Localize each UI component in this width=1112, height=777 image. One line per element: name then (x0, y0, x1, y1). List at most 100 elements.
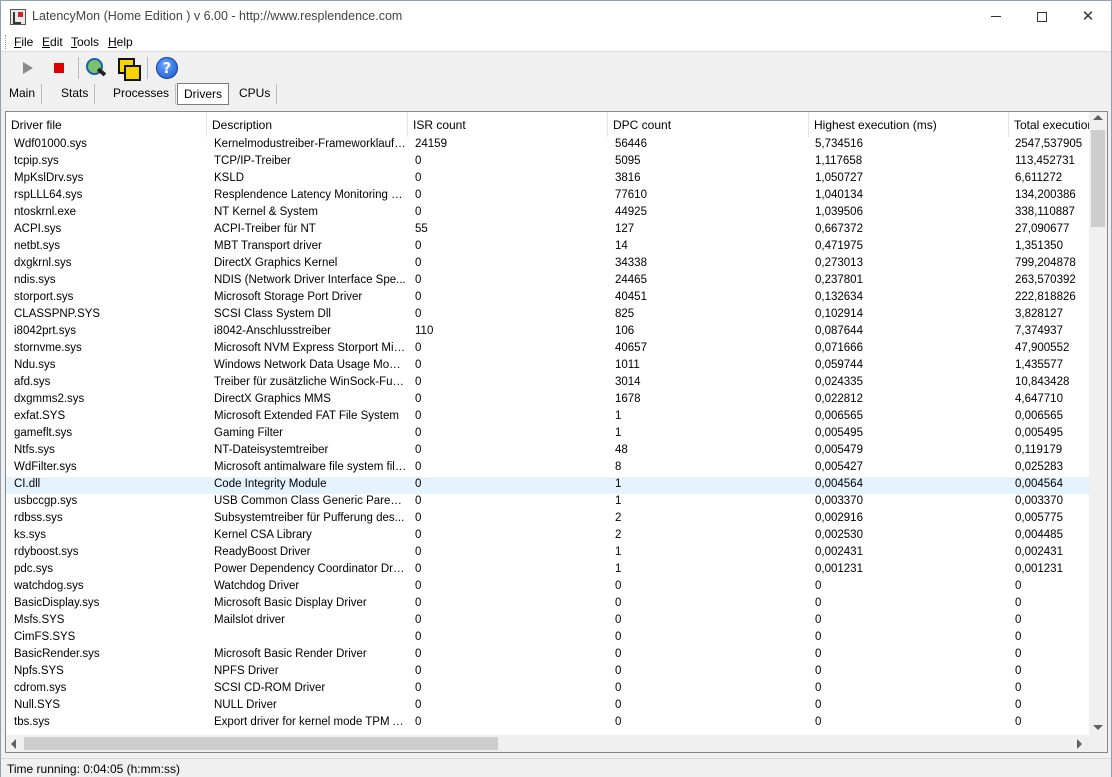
total-execution-cell: 0,119179 (1015, 444, 1063, 456)
highest-execution-cell: 0 (815, 631, 822, 643)
vertical-scrollbar[interactable] (1089, 112, 1107, 735)
table-row[interactable]: CimFS.SYS 0 0 0 0 (6, 630, 1089, 647)
highest-execution-cell: 0 (815, 580, 822, 592)
dpc-count-cell: 1 (615, 410, 622, 422)
table-row[interactable]: tbs.sys Export driver for kernel mode TPM… (6, 715, 1089, 732)
table-row[interactable]: netbt.sys MBT Transport driver 0 14 0,471975… (6, 239, 1089, 256)
table-row[interactable]: Wdf01000.sys Kernelmodustreiber-Framework… (6, 137, 1089, 154)
table-row[interactable]: Ntfs.sys NT-Dateisystemtreiber 0 48 0,005479… (6, 443, 1089, 460)
menu-file[interactable]: File (14, 35, 33, 49)
close-button[interactable]: ✕ (1065, 1, 1111, 32)
table-row[interactable]: cdrom.sys SCSI CD-ROM Driver 0 0 0 0 (6, 681, 1089, 698)
system-scan-button[interactable] (83, 55, 109, 81)
column-header-highest-execution[interactable]: Highest execution (ms) (809, 112, 1009, 137)
maximize-button[interactable] (1019, 1, 1065, 32)
column-header-isr-count[interactable]: ISR count (408, 112, 608, 137)
table-row[interactable]: Msfs.SYS Mailslot driver 0 0 0 0 (6, 613, 1089, 630)
highest-execution-cell: 1,039506 (815, 206, 863, 218)
help-button[interactable]: ? (154, 55, 180, 81)
table-row[interactable]: rspLLL64.sys Resplendence Latency Monitor… (6, 188, 1089, 205)
scroll-up-icon[interactable] (1093, 115, 1103, 120)
scroll-right-icon[interactable] (1077, 739, 1082, 749)
toolbar-separator (147, 57, 148, 79)
scroll-down-icon[interactable] (1093, 725, 1103, 730)
isr-count-cell: 0 (415, 376, 422, 388)
table-row[interactable]: ks.sys Kernel CSA Library 0 2 0,002530 0,0044… (6, 528, 1089, 545)
table-row[interactable]: Npfs.SYS NPFS Driver 0 0 0 0 (6, 664, 1089, 681)
isr-count-cell: 0 (415, 563, 422, 575)
scroll-left-icon[interactable] (11, 739, 16, 749)
table-row[interactable]: watchdog.sys Watchdog Driver 0 0 0 0 (6, 579, 1089, 596)
total-execution-cell: 0 (1015, 614, 1022, 626)
drivers-list-header: Driver file Description ISR count DPC co… (6, 112, 1089, 137)
status-text: Time running: 0:04:05 (h:mm:ss) (7, 762, 180, 776)
total-execution-cell: 0 (1015, 682, 1022, 694)
highest-execution-cell: 0,002431 (815, 546, 863, 558)
table-row[interactable]: gameflt.sys Gaming Filter 0 1 0,005495 0,0054… (6, 426, 1089, 443)
horizontal-scroll-thumb[interactable] (24, 737, 498, 750)
title-bar[interactable]: LatencyMon (Home Edition ) v 6.00 - http… (1, 1, 1111, 32)
description-cell: DirectX Graphics MMS (214, 393, 331, 405)
table-row[interactable]: storport.sys Microsoft Storage Port Drive… (6, 290, 1089, 307)
tab-stats[interactable]: Stats (55, 84, 96, 104)
table-row[interactable]: stornvme.sys Microsoft NVM Express Storpo… (6, 341, 1089, 358)
total-execution-cell: 799,204878 (1015, 257, 1076, 269)
description-cell: Kernelmodustreiber-Frameworklaufzeit (214, 138, 407, 150)
column-header-description[interactable]: Description (207, 112, 408, 137)
table-row[interactable]: ntoskrnl.exe NT Kernel & System 0 44925 1,03… (6, 205, 1089, 222)
dpc-count-cell: 3014 (615, 376, 641, 388)
driver-file-cell: gameflt.sys (14, 427, 73, 439)
table-row[interactable]: i8042prt.sys i8042-Anschlusstreiber 110 106… (6, 324, 1089, 341)
tab-drivers[interactable]: Drivers (177, 83, 229, 105)
table-row[interactable]: CLASSPNP.SYS SCSI Class System Dll 0 825 0,1… (6, 307, 1089, 324)
table-row[interactable]: dxgkrnl.sys DirectX Graphics Kernel 0 34338… (6, 256, 1089, 273)
column-header-total-execution[interactable]: Total execution (1009, 112, 1089, 137)
table-row[interactable]: BasicRender.sys Microsoft Basic Render Dr… (6, 647, 1089, 664)
table-row[interactable]: dxgmms2.sys DirectX Graphics MMS 0 1678 0,02… (6, 392, 1089, 409)
tab-cpus[interactable]: CPUs (233, 84, 278, 104)
minimize-button[interactable] (973, 1, 1019, 32)
start-button[interactable] (15, 55, 41, 81)
table-row[interactable]: CI.dll Code Integrity Module 0 1 0,004564 0,0… (6, 477, 1089, 494)
driver-file-cell: rdyboost.sys (14, 546, 79, 558)
stop-button[interactable] (46, 55, 72, 81)
vertical-scroll-thumb[interactable] (1091, 130, 1105, 227)
menu-edit[interactable]: Edit (42, 35, 63, 49)
windows-button[interactable] (115, 55, 141, 81)
table-row[interactable]: BasicDisplay.sys Microsoft Basic Display … (6, 596, 1089, 613)
tab-main[interactable]: Main (3, 84, 43, 104)
column-header-dpc-count[interactable]: DPC count (608, 112, 809, 137)
menu-tools[interactable]: Tools (71, 35, 99, 49)
isr-count-cell: 110 (415, 325, 434, 337)
table-row[interactable]: rdbss.sys Subsystemtreiber für Pufferung … (6, 511, 1089, 528)
menu-help[interactable]: Help (108, 35, 133, 49)
tab-processes[interactable]: Processes (107, 84, 177, 104)
table-row[interactable]: Null.SYS NULL Driver 0 0 0 0 (6, 698, 1089, 715)
table-row[interactable]: Ndu.sys Windows Network Data Usage Monit.… (6, 358, 1089, 375)
table-row[interactable]: rdyboost.sys ReadyBoost Driver 0 1 0,002431 0… (6, 545, 1089, 562)
table-row[interactable]: afd.sys Treiber für zusätzliche WinSock-F… (6, 375, 1089, 392)
isr-count-cell: 55 (415, 223, 428, 235)
status-bar: Time running: 0:04:05 (h:mm:ss) (1, 758, 1111, 777)
driver-file-cell: rspLLL64.sys (14, 189, 83, 201)
horizontal-scrollbar[interactable] (6, 735, 1089, 752)
toolbar: ? (1, 53, 1111, 83)
table-row[interactable]: MpKslDrv.sys KSLD 0 3816 1,050727 6,611272 (6, 171, 1089, 188)
isr-count-cell: 0 (415, 240, 422, 252)
isr-count-cell: 0 (415, 274, 422, 286)
dpc-count-cell: 5095 (615, 155, 641, 167)
total-execution-cell: 0,002431 (1015, 546, 1063, 558)
total-execution-cell: 0,005775 (1015, 512, 1063, 524)
table-row[interactable]: exfat.SYS Microsoft Extended FAT File Sys… (6, 409, 1089, 426)
driver-file-cell: watchdog.sys (14, 580, 84, 592)
isr-count-cell: 0 (415, 716, 422, 728)
column-header-driver-file[interactable]: Driver file (6, 112, 207, 137)
table-row[interactable]: WdFilter.sys Microsoft antimalware file s… (6, 460, 1089, 477)
table-row[interactable]: ACPI.sys ACPI-Treiber für NT 55 127 0,667372… (6, 222, 1089, 239)
table-row[interactable]: pdc.sys Power Dependency Coordinator Driv… (6, 562, 1089, 579)
table-row[interactable]: usbccgp.sys USB Common Class Generic Pare… (6, 494, 1089, 511)
table-row[interactable]: tcpip.sys TCP/IP-Treiber 0 5095 1,117658 113,… (6, 154, 1089, 171)
table-row[interactable]: ndis.sys NDIS (Network Driver Interface S… (6, 273, 1089, 290)
drivers-list[interactable]: Driver file Description ISR count DPC co… (5, 111, 1108, 753)
isr-count-cell: 0 (415, 597, 422, 609)
